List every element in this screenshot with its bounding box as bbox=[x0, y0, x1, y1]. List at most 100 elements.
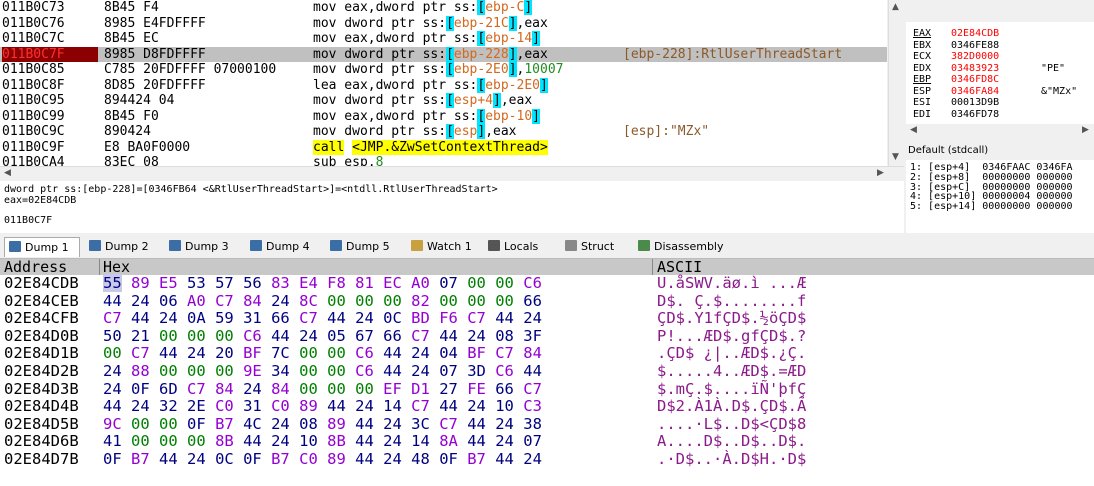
hex-byte[interactable]: 83 bbox=[271, 274, 290, 292]
hex-byte[interactable]: 7C bbox=[271, 344, 290, 363]
instruction-text[interactable]: mov dword ptr ss:[esp+4],eax bbox=[313, 93, 532, 109]
hex-byte[interactable]: 3F bbox=[523, 327, 542, 345]
hex-byte[interactable]: 24 bbox=[495, 432, 514, 451]
hex-byte[interactable]: 24 bbox=[103, 380, 122, 398]
hex-byte[interactable]: 24 bbox=[467, 397, 486, 415]
hex-byte[interactable]: 00 bbox=[439, 292, 458, 310]
dump-hex-bytes[interactable]: 41 00 00 00 8B 44 24 10 8B 44 24 14 8A 4… bbox=[103, 433, 542, 451]
hex-byte[interactable]: 24 bbox=[159, 309, 178, 327]
hex-byte[interactable]: 24 bbox=[131, 397, 150, 415]
hex-byte[interactable]: 00 bbox=[159, 432, 178, 451]
register-row[interactable]: ESP 0346FA84 &"MZx" bbox=[913, 86, 1077, 98]
hex-byte[interactable]: C6 bbox=[495, 362, 514, 380]
hex-byte[interactable]: 59 bbox=[215, 309, 234, 327]
hex-byte[interactable]: 00 bbox=[467, 292, 486, 310]
disasm-row[interactable]: 011B0C95 894424 04 mov dword ptr ss:[esp+4… bbox=[0, 93, 887, 109]
hex-byte[interactable]: 24 bbox=[383, 450, 402, 468]
dump-row[interactable]: 02E84D3B 24 0F 6D C7 84 24 84 00 00 00 EF… bbox=[0, 380, 1094, 399]
hex-byte[interactable]: 84 bbox=[271, 380, 290, 398]
hex-byte[interactable]: 44 bbox=[439, 397, 458, 415]
dump-ascii[interactable]: $.....4..ÆD$.=ÆD bbox=[657, 362, 806, 381]
register-row[interactable]: EBP 0346FD8C bbox=[913, 74, 1041, 86]
hex-byte[interactable]: 00 bbox=[103, 344, 122, 363]
tab-dump-4[interactable]: Dump 4 bbox=[246, 237, 324, 257]
hex-byte[interactable]: F8 bbox=[327, 274, 346, 292]
register-name[interactable]: ECX bbox=[913, 51, 951, 63]
hex-byte[interactable]: C7 bbox=[523, 380, 542, 398]
instruction-address[interactable]: 011B0C73 bbox=[2, 0, 98, 16]
hex-byte[interactable]: 84 bbox=[215, 380, 234, 398]
hex-byte[interactable]: 00 bbox=[495, 292, 514, 310]
instruction-address[interactable]: 011B0C8F bbox=[2, 78, 98, 94]
hex-byte[interactable]: EF bbox=[383, 380, 402, 398]
hex-byte[interactable]: 24 bbox=[271, 432, 290, 451]
dump-hex-bytes[interactable]: 50 21 00 00 00 C6 44 24 05 67 66 C7 44 2… bbox=[103, 327, 542, 346]
disasm-row[interactable]: 011B0C7F 8985 D8FDFFFF mov dword ptr ss:[e… bbox=[0, 46, 887, 62]
hex-byte[interactable]: 44 bbox=[243, 432, 262, 451]
ascii-column-header[interactable]: ASCII bbox=[657, 259, 702, 275]
register-value[interactable]: 0346FD78 bbox=[951, 109, 1041, 121]
instruction-text[interactable]: mov dword ptr ss:[esp],eax bbox=[313, 124, 517, 140]
hex-byte[interactable]: F6 bbox=[439, 309, 458, 327]
hex-byte[interactable]: 44 bbox=[271, 327, 290, 345]
hex-byte[interactable]: 34 bbox=[271, 362, 290, 380]
instruction-address[interactable]: 011B0C9F bbox=[2, 140, 98, 156]
hex-byte[interactable]: 20 bbox=[215, 344, 234, 363]
register-value[interactable]: 02E84CDB bbox=[951, 28, 1041, 40]
hex-byte[interactable]: 00 bbox=[131, 415, 150, 433]
hex-byte[interactable]: 9C bbox=[103, 415, 122, 433]
hex-byte[interactable]: 6D bbox=[159, 380, 178, 398]
dump-hex-bytes[interactable]: 44 24 06 A0 C7 84 24 8C 00 00 00 82 00 0… bbox=[103, 292, 542, 311]
hex-byte[interactable]: 66 bbox=[523, 292, 542, 310]
hex-byte[interactable]: 44 bbox=[103, 292, 122, 310]
hex-byte[interactable]: 0C bbox=[383, 309, 402, 327]
instruction-address[interactable]: 011B0C95 bbox=[2, 93, 98, 109]
hex-byte[interactable]: 00 bbox=[215, 327, 234, 345]
hex-byte[interactable]: 24 bbox=[411, 344, 430, 363]
hex-byte[interactable]: 44 bbox=[495, 309, 514, 327]
instruction-address[interactable]: 011B0C7F bbox=[2, 46, 98, 62]
hex-byte[interactable]: 53 bbox=[187, 274, 206, 292]
hex-byte[interactable]: 21 bbox=[131, 327, 150, 345]
hex-byte[interactable]: 8B bbox=[215, 432, 234, 451]
calling-convention-label[interactable]: Default (stdcall) bbox=[906, 143, 1094, 159]
hex-byte[interactable]: 89 bbox=[131, 274, 150, 292]
hex-byte[interactable]: 00 bbox=[159, 362, 178, 380]
register-name[interactable]: EDX bbox=[913, 63, 951, 75]
instruction-text[interactable]: mov dword ptr ss:[ebp-2E0],10007 bbox=[313, 62, 563, 78]
instruction-address[interactable]: 011B0C7C bbox=[2, 31, 98, 47]
disasm-row[interactable]: 011B0C9C 890424 mov dword ptr ss:[esp],eax… bbox=[0, 124, 887, 140]
dump-ascii[interactable]: U.åSWV.äø.ì ...Æ bbox=[657, 274, 806, 293]
scroll-left-arrow-icon[interactable]: ◀ bbox=[4, 168, 11, 178]
hex-byte[interactable]: C7 bbox=[215, 292, 234, 310]
dump-address[interactable]: 02E84D5B bbox=[4, 415, 79, 434]
hex-byte[interactable]: C7 bbox=[411, 327, 430, 345]
hex-byte[interactable]: BD bbox=[411, 309, 430, 327]
hex-byte[interactable]: 89 bbox=[327, 450, 346, 468]
hex-byte[interactable]: C0 bbox=[215, 397, 234, 415]
hex-byte[interactable]: 00 bbox=[467, 274, 486, 292]
scroll-up-arrow-icon[interactable]: ▲ bbox=[892, 2, 899, 12]
hex-byte[interactable]: 00 bbox=[159, 327, 178, 345]
scroll-down-arrow-icon[interactable]: ▼ bbox=[892, 152, 899, 162]
hex-byte[interactable]: C7 bbox=[439, 415, 458, 433]
disassembly-horizontal-scrollbar[interactable]: ◀ ▶ bbox=[0, 166, 904, 181]
hex-byte[interactable]: 44 bbox=[159, 450, 178, 468]
hex-byte[interactable]: C7 bbox=[299, 309, 318, 327]
dump-address[interactable]: 02E84CEB bbox=[4, 292, 79, 311]
hex-byte[interactable]: C6 bbox=[355, 362, 374, 380]
scroll-left-arrow-icon[interactable]: ◀ bbox=[910, 125, 917, 135]
hex-byte[interactable]: 84 bbox=[243, 292, 262, 310]
hex-byte[interactable]: B7 bbox=[271, 450, 290, 468]
hex-byte[interactable]: 24 bbox=[355, 397, 374, 415]
hex-byte[interactable]: EC bbox=[383, 274, 402, 292]
dump-address[interactable]: 02E84D4B bbox=[4, 398, 79, 416]
dump-ascii[interactable]: ÇD$.Y1fÇD$.½öÇD$ bbox=[657, 310, 806, 328]
hex-byte[interactable]: 00 bbox=[495, 274, 514, 292]
register-row[interactable]: EBX 0346FE88 bbox=[913, 40, 1041, 52]
hex-byte[interactable]: 31 bbox=[243, 309, 262, 327]
dump-hex-bytes[interactable]: 44 24 32 2E C0 31 C0 89 44 24 14 C7 44 2… bbox=[103, 397, 542, 416]
tab-struct[interactable]: Struct bbox=[561, 237, 627, 257]
hex-byte[interactable]: 08 bbox=[299, 415, 318, 433]
tab-locals[interactable]: Locals bbox=[484, 237, 556, 257]
